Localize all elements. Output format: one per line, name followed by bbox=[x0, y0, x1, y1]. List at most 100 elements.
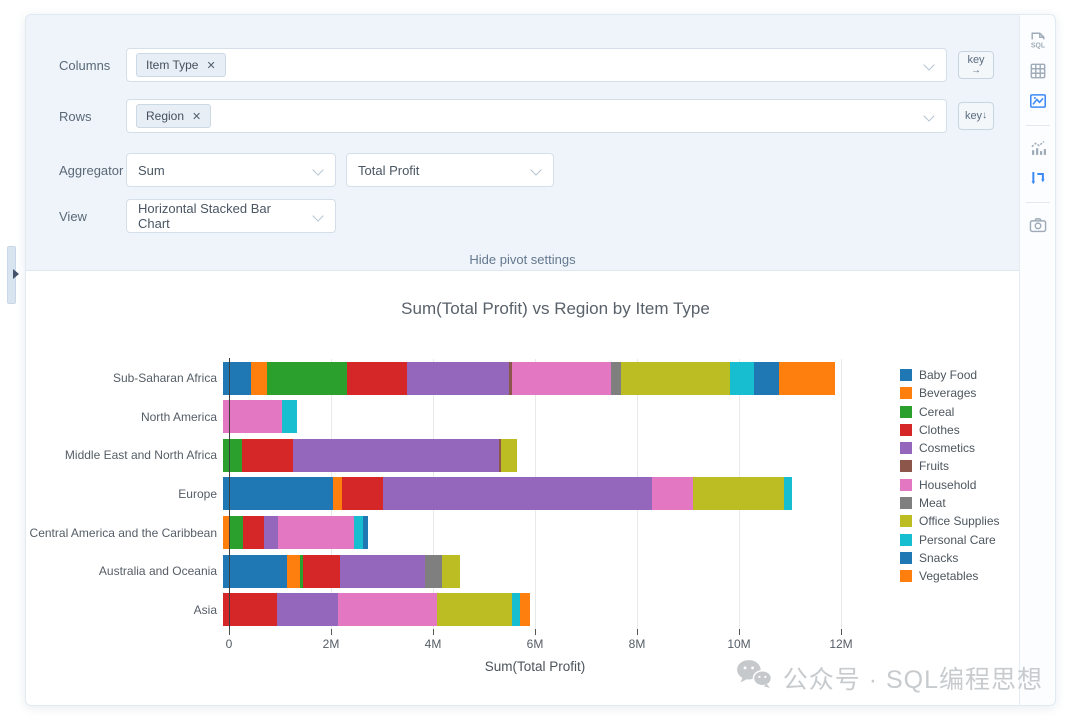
bar-segment-vegetables bbox=[520, 593, 531, 627]
bar-segment-cereal bbox=[230, 516, 244, 550]
pivot-icon[interactable] bbox=[1028, 168, 1048, 188]
bar-segment-cereal bbox=[267, 361, 348, 395]
watermark: 公众号 · SQL编程思想 bbox=[735, 658, 1043, 697]
columns-key-order-button[interactable]: key → bbox=[958, 51, 994, 79]
pivot-panel: Columns Item Type ✕ key → Rows Region ✕ ke… bbox=[25, 14, 1056, 706]
legend-swatch bbox=[900, 533, 912, 546]
legend-label: Vegetables bbox=[919, 569, 979, 584]
legend-swatch bbox=[900, 551, 912, 564]
x-tick-mark bbox=[841, 629, 842, 635]
image-chart-icon[interactable] bbox=[1028, 91, 1048, 111]
bar-segment-cosmetics bbox=[277, 593, 339, 627]
chevron-down-icon[interactable] bbox=[923, 59, 935, 71]
legend-label: Fruits bbox=[919, 459, 949, 474]
bar-segment-household bbox=[511, 361, 612, 395]
legend-swatch bbox=[900, 405, 912, 418]
legend-item-personal-care[interactable]: Personal Care bbox=[900, 532, 1000, 547]
y-axis-label: Europe bbox=[178, 486, 217, 501]
bar-segment-cosmetics bbox=[340, 554, 426, 588]
bar-segment-personal-care bbox=[783, 477, 792, 511]
legend-item-household[interactable]: Household bbox=[900, 477, 1000, 492]
remove-tag-icon[interactable]: ✕ bbox=[192, 110, 201, 123]
bar-segment-office-supplies bbox=[501, 438, 517, 472]
columns-label: Columns bbox=[59, 58, 111, 73]
legend-item-fruits[interactable]: Fruits bbox=[900, 459, 1000, 474]
legend-swatch bbox=[900, 570, 912, 583]
chart-row-north-america: North America bbox=[26, 398, 841, 437]
view-select[interactable]: Horizontal Stacked Bar Chart bbox=[126, 199, 336, 233]
chart-title: Sum(Total Profit) vs Region by Item Type bbox=[401, 299, 710, 318]
legend-swatch bbox=[900, 497, 912, 510]
chevron-down-icon[interactable] bbox=[530, 164, 542, 176]
sql-icon[interactable]: SQL bbox=[1028, 31, 1048, 51]
y-axis-label: Australia and Oceania bbox=[98, 564, 217, 579]
bar-segment-meat bbox=[425, 554, 443, 588]
combo-chart-icon[interactable] bbox=[1028, 138, 1048, 158]
legend-swatch bbox=[900, 387, 912, 400]
chevron-down-icon[interactable] bbox=[923, 110, 935, 122]
remove-tag-icon[interactable]: ✕ bbox=[206, 59, 215, 72]
x-axis-tickmarks bbox=[229, 629, 842, 635]
legend-item-meat[interactable]: Meat bbox=[900, 497, 1000, 510]
chevron-down-icon[interactable] bbox=[312, 164, 324, 176]
sidebar-divider bbox=[1025, 125, 1050, 126]
x-tick-mark bbox=[739, 629, 740, 635]
bar-central-america-and-the-caribbean bbox=[223, 516, 835, 550]
legend-item-vegetables[interactable]: Vegetables bbox=[900, 569, 1000, 584]
watermark-text: 公众号 · SQL编程思想 bbox=[782, 665, 1043, 694]
bar-segment-beverages bbox=[250, 361, 268, 395]
x-tick-label: 10M bbox=[727, 637, 751, 651]
tool-sidebar: SQL bbox=[1019, 15, 1055, 705]
chart-row-middle-east-and-north-africa: Middle East and North Africa bbox=[26, 436, 841, 475]
legend-label: Household bbox=[919, 477, 977, 492]
aggregator-select[interactable]: Sum bbox=[126, 153, 336, 187]
gridline bbox=[841, 359, 842, 629]
panel-collapse-handle[interactable] bbox=[7, 246, 19, 304]
tag-label: Region bbox=[146, 109, 185, 123]
x-tick-mark bbox=[433, 629, 434, 635]
legend-item-clothes[interactable]: Clothes bbox=[900, 423, 1000, 436]
legend-item-cosmetics[interactable]: Cosmetics bbox=[900, 442, 1000, 455]
legend-label: Beverages bbox=[919, 386, 977, 401]
hide-pivot-settings-link[interactable]: Hide pivot settings bbox=[26, 252, 1019, 267]
x-tick-mark bbox=[229, 629, 230, 635]
legend-item-office-supplies[interactable]: Office Supplies bbox=[900, 515, 1000, 528]
aggregator-value: Sum bbox=[138, 162, 165, 178]
view-label: View bbox=[59, 209, 87, 224]
chart-area: Sum(Total Profit) vs Region by Item Type… bbox=[26, 271, 1019, 705]
legend-swatch bbox=[900, 369, 912, 381]
columns-field[interactable]: Item Type ✕ bbox=[126, 48, 947, 82]
y-axis-label: Middle East and North Africa bbox=[64, 448, 217, 463]
legend-item-snacks[interactable]: Snacks bbox=[900, 551, 1000, 564]
bar-segment-beverages bbox=[332, 477, 342, 511]
x-axis-ticks: 0 2M 4M 6M 8M 10M 12M bbox=[225, 637, 853, 651]
aggregator-field-select[interactable]: Total Profit bbox=[346, 153, 554, 187]
field-tag-item-type[interactable]: Item Type ✕ bbox=[136, 53, 226, 77]
x-tick-mark bbox=[637, 629, 638, 635]
rows-key-order-button[interactable]: key ↓ bbox=[958, 102, 994, 130]
aggregator-field-value: Total Profit bbox=[358, 162, 420, 178]
bar-segment-office-supplies bbox=[442, 554, 461, 588]
rows-field[interactable]: Region ✕ bbox=[126, 99, 947, 133]
key-button-text: key bbox=[967, 53, 985, 66]
table-grid-icon[interactable] bbox=[1028, 61, 1048, 81]
legend-item-beverages[interactable]: Beverages bbox=[900, 386, 1000, 401]
bar-segment-cosmetics bbox=[406, 361, 509, 395]
legend-label: Personal Care bbox=[919, 532, 996, 547]
legend-item-cereal[interactable]: Cereal bbox=[900, 405, 1000, 418]
bar-segment-personal-care bbox=[512, 593, 521, 627]
bar-segment-baby-food bbox=[223, 477, 333, 511]
bar-segment-cosmetics bbox=[382, 477, 652, 511]
chart-row-sub-saharan-africa: Sub-Saharan Africa bbox=[26, 359, 841, 398]
legend-item-baby-food[interactable]: Baby Food bbox=[900, 369, 1000, 381]
field-tag-region[interactable]: Region ✕ bbox=[136, 104, 212, 128]
x-tick-label: 2M bbox=[322, 637, 340, 651]
chart-row-europe: Europe bbox=[26, 475, 841, 514]
camera-icon[interactable] bbox=[1028, 215, 1048, 235]
bar-segment-baby-food bbox=[223, 361, 251, 395]
bar-segment-clothes bbox=[347, 361, 407, 395]
x-tick-label: 0 bbox=[225, 637, 233, 651]
chart-row-central-america-and-the-caribbean: Central America and the Caribbean bbox=[26, 513, 841, 552]
bar-segment-clothes bbox=[223, 593, 278, 627]
chevron-down-icon[interactable] bbox=[312, 210, 324, 222]
